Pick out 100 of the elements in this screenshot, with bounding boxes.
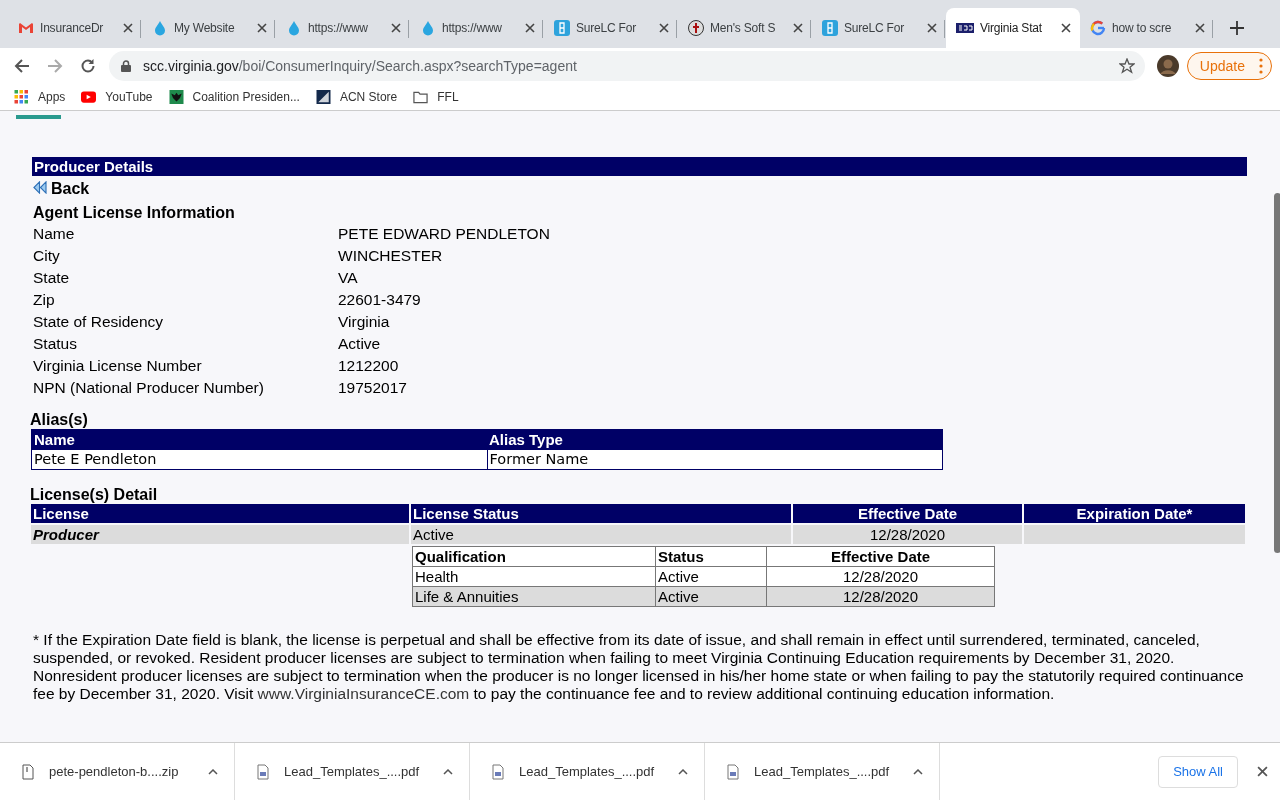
mail-icon [18,20,34,36]
more-icon [1259,58,1263,74]
bookmark[interactable]: FFL [413,90,459,104]
table-cell: Health [412,566,656,587]
reload-icon[interactable] [80,58,96,74]
chain-icon [554,20,570,36]
field-label: City [33,246,60,265]
eagle-icon [168,90,184,104]
close-icon[interactable] [659,23,669,33]
field-label: Status [33,334,77,353]
tab-title: InsuranceDr [40,21,105,35]
browser-tab[interactable]: SureLC For [544,8,678,48]
close-icon[interactable] [793,23,803,33]
chain-icon [822,20,838,36]
close-icon[interactable] [1061,23,1071,33]
column-header: Expiration Date* [1023,504,1246,524]
double-chevron-icon [32,180,47,194]
column-header: Alias Type [487,429,943,450]
star-icon[interactable] [1118,58,1135,74]
website-link[interactable]: www.VirginiaInsuranceCE.com [257,685,470,702]
close-icon[interactable] [927,23,937,33]
close-icon[interactable] [525,23,535,33]
field-label: NPN (National Producer Number) [33,378,264,397]
column-header: License Status [410,504,792,524]
bookmark[interactable]: Apps [14,90,66,104]
table-cell: Pete E Pendleton [31,449,487,470]
section-heading: License(s) Detail [29,486,159,504]
field-label: State [33,268,70,287]
tab-title: My Website [174,21,236,35]
footnote: * If the Expiration Date field is blank, the license is perpetual and shall be effective from its date of issue, and shall remain in effect until surrendered, terminated, canceled, suspended, or revoked. Resident producer licenses are subject to termination when failing to meet Virginia Continuing Education requirements by December 31, 2020. Nonresident producer licenses are subject to termination when the producer is no longer licensed in his/her home state or when failing to pay the statutorily required continuance fee by December 31, 2020. Visit www.VirginiaInsuranceCE.com to pay the continuance fee and to review additional continuing education information. [32,631,1245,703]
field-value: 22601-3479 [338,290,421,309]
field-value: WINCHESTER [338,246,443,265]
browser-tab[interactable]: SureLC For [812,8,946,48]
close-icon[interactable] [391,23,401,33]
back-arrow-icon[interactable] [14,58,30,74]
new-tab-icon[interactable] [1230,21,1244,35]
drop-icon [152,20,168,36]
download-item[interactable]: pete-pendleton-b....zip [0,743,235,800]
field-value: 19752017 [338,378,407,397]
column-header: Effective Date [792,504,1023,524]
browser-tab[interactable]: InsuranceDr [8,8,142,48]
field-value: Virginia [338,312,390,331]
download-item[interactable]: Lead_Templates_....pdf [235,743,470,800]
column-header: License [31,504,410,524]
tab-title: how to scre [1112,21,1173,35]
field-value: VA [338,268,358,287]
caret-icon [678,768,688,775]
caret-icon [443,768,453,775]
file-icon [22,763,34,780]
apps-grid-icon [14,90,29,104]
column-header: Status [655,546,767,567]
drop-icon [420,20,436,36]
url-text: scc.virginia.gov/boi/ConsumerInquiry/Search.aspx?searchType=agent [143,58,578,74]
caret-icon [208,768,218,775]
field-label: State of Residency [33,312,164,331]
caret-icon [913,768,923,775]
address-bar[interactable]: scc.virginia.gov/boi/ConsumerInquiry/Search.aspx?searchType=agent [109,51,1145,81]
field-value: Active [338,334,381,353]
table-cell: Former Name [487,449,943,470]
close-icon[interactable] [1195,23,1205,33]
browser-tab[interactable]: Virginia Stat [946,8,1080,48]
download-item[interactable]: Lead_Templates_....pdf [705,743,940,800]
column-header: Name [31,429,487,450]
tab-title: SureLC For [844,21,906,35]
browser-tab[interactable]: https://www [410,8,544,48]
bookmark[interactable]: YouTube [81,90,153,104]
tab-title: Virginia Stat [980,21,1043,35]
field-label: Virginia License Number [33,356,202,375]
show-all-button[interactable]: Show All [1158,755,1238,788]
column-header: Effective Date [766,546,995,567]
browser-tab[interactable]: how to scre [1080,8,1214,48]
tab-title: https://www [442,21,503,35]
folder-icon [413,90,429,104]
close-icon[interactable] [1257,766,1268,777]
bookmark[interactable]: Coalition Presiden... [168,90,300,104]
bookmark[interactable]: ACN Store [315,90,398,104]
section-heading: Agent License Information [32,204,236,222]
tab-title: SureLC For [576,21,638,35]
document-icon [257,763,269,780]
column-header: Qualification [412,546,656,567]
drop-icon [286,20,302,36]
field-label: Name [33,224,75,243]
browser-tab[interactable]: Men's Soft S [678,8,812,48]
tab-title: https://www [308,21,369,35]
section-heading: Alias(s) [29,411,89,429]
close-icon[interactable] [123,23,133,33]
browser-tab[interactable]: https://www [276,8,410,48]
table-cell: Active [410,524,792,544]
play-icon [81,90,97,104]
download-item[interactable]: Lead_Templates_....pdf [470,743,705,800]
browser-tab[interactable]: My Website [142,8,276,48]
document-icon [727,763,739,780]
back-link[interactable]: Back [32,180,90,198]
document-icon [492,763,504,780]
google-g-icon [1090,20,1106,36]
table-cell: Life & Annuities [412,586,656,607]
table-cell: Producer [31,524,410,544]
field-value: PETE EDWARD PENDLETON [338,224,550,243]
close-icon[interactable] [257,23,267,33]
avatar-icon[interactable] [1156,55,1179,77]
